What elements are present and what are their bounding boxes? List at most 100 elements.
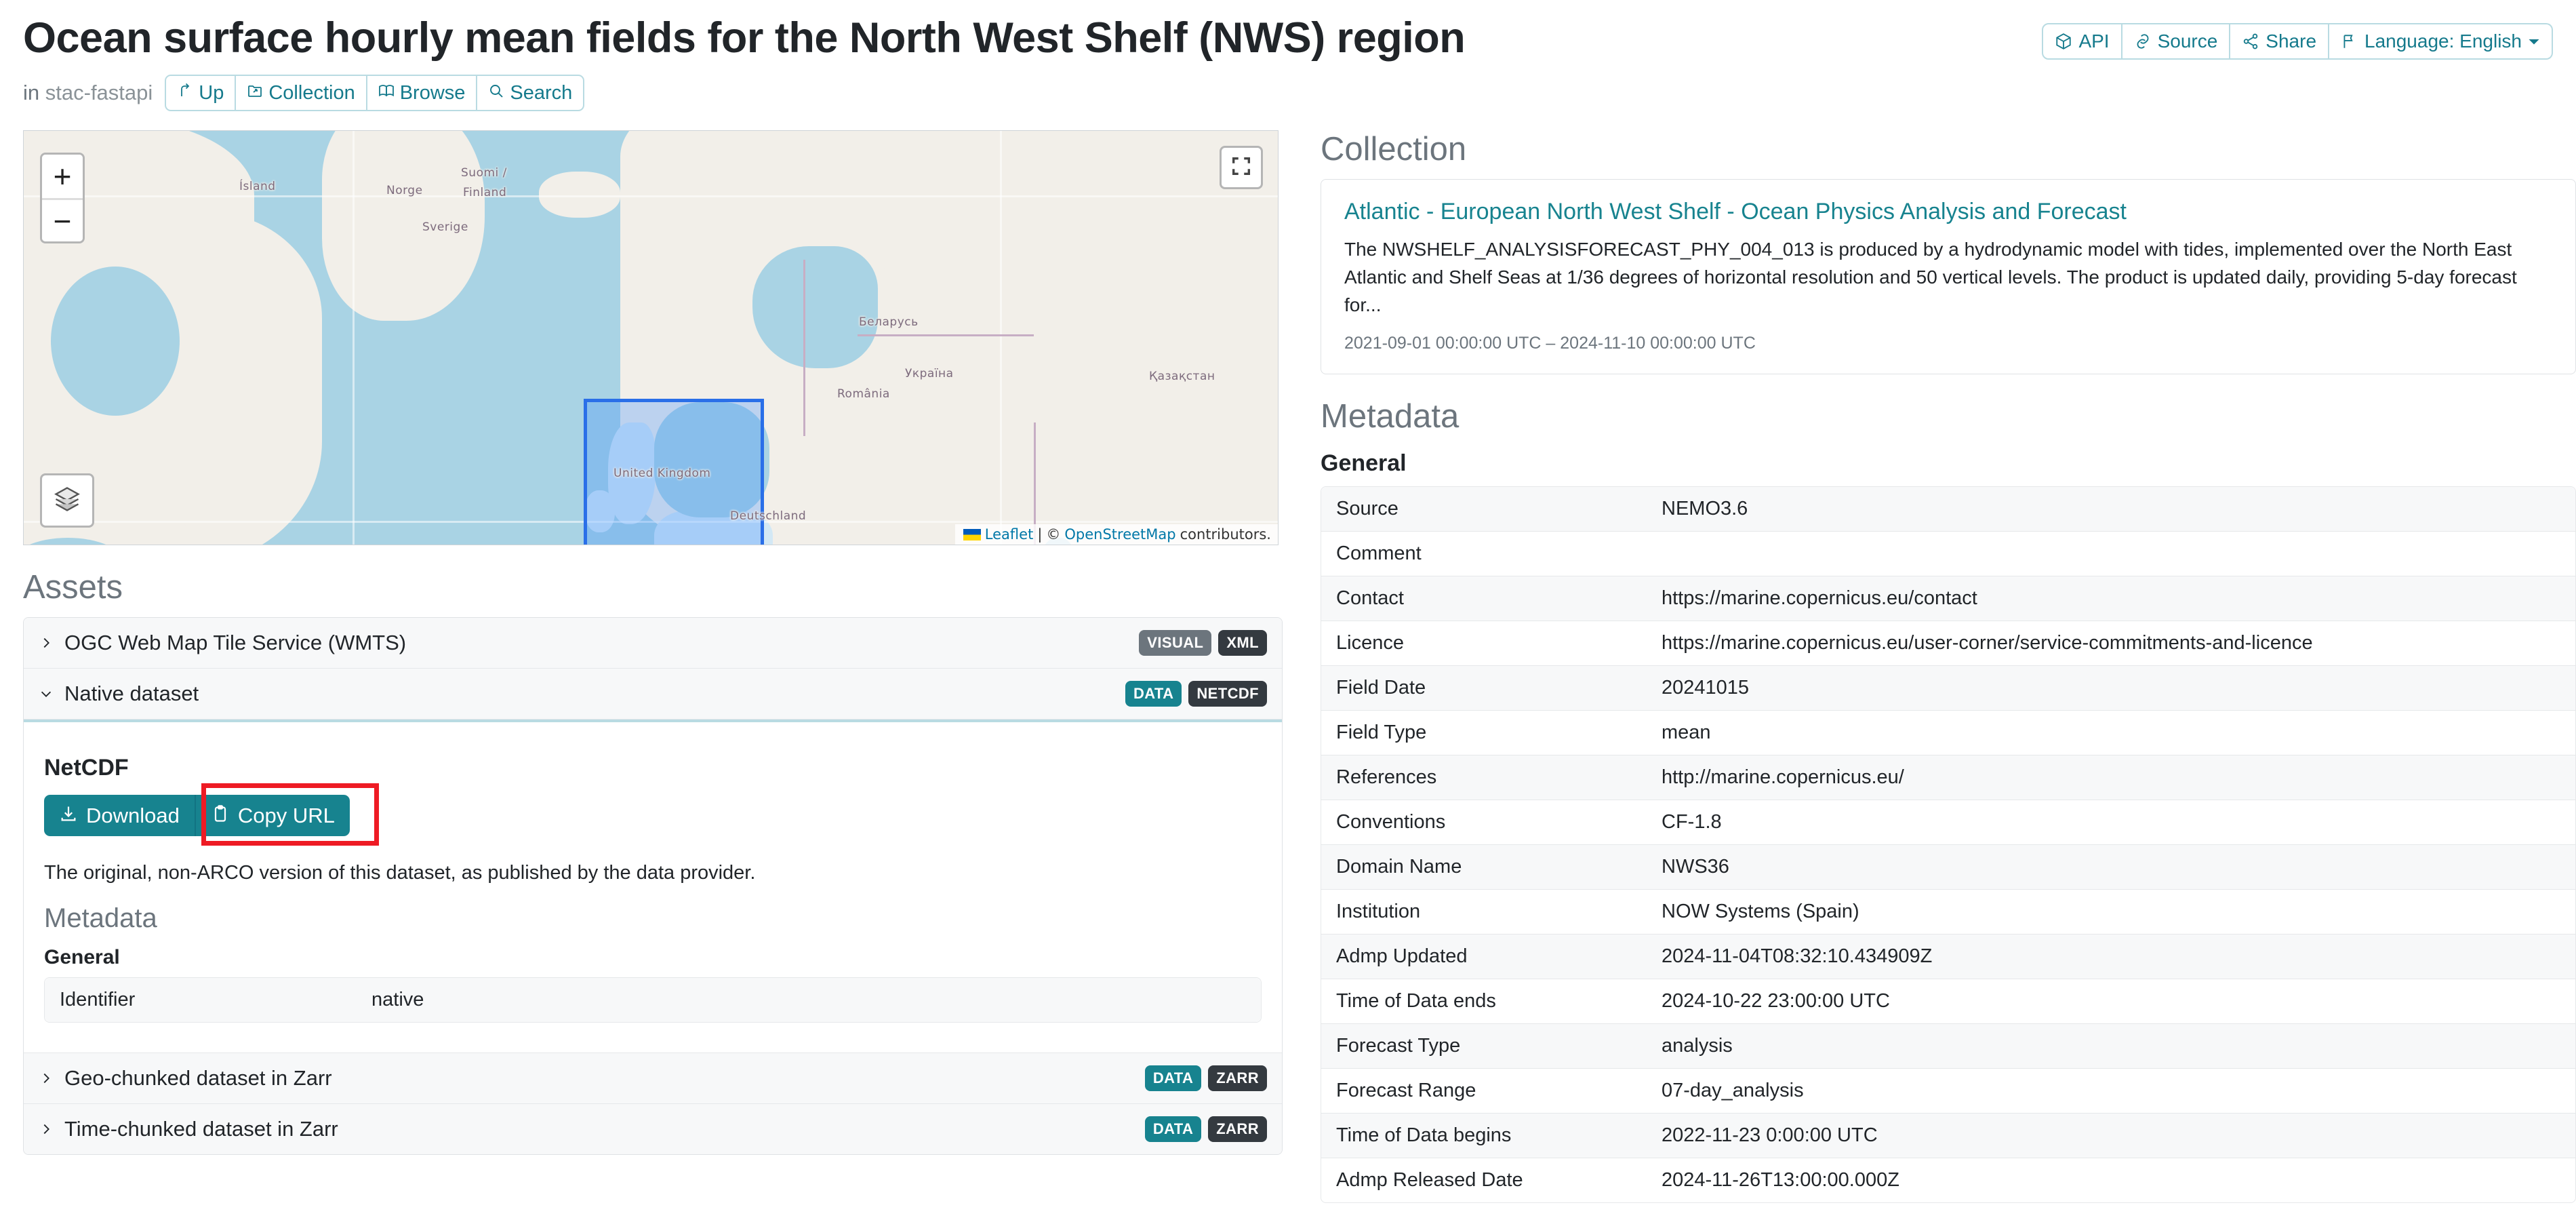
zoom-out-button[interactable]: − [42, 198, 83, 242]
asset-row-left: Native dataset [39, 682, 199, 706]
asset-row[interactable]: OGC Web Map Tile Service (WMTS) VISUAL X… [24, 618, 1282, 669]
table-cell-value: 20241015 [1662, 677, 1750, 699]
map-label: Deutschland [730, 509, 807, 524]
map-layers-button[interactable] [40, 473, 94, 528]
table-cell-value: CF-1.8 [1662, 811, 1722, 833]
table-cell-value: native [371, 989, 424, 1011]
header-tools: API Source Share Language: English [2042, 23, 2553, 60]
status-badge: DATA [1125, 681, 1182, 707]
table-cell-key: Comment [1336, 543, 1422, 565]
status-badge: VISUAL [1139, 630, 1212, 656]
table-row: Identifier native [45, 978, 1261, 1023]
collection-card[interactable]: Atlantic - European North West Shelf - O… [1321, 179, 2576, 375]
table-cell-value: http://marine.copernicus.eu/ [1662, 766, 1904, 789]
browse-button-label: Browse [399, 81, 466, 104]
table-cell-key: Field Type [1336, 722, 1427, 744]
map-label: Ísland [239, 180, 276, 194]
map-attribution: Leaflet | © OpenStreetMap contributors. [954, 524, 1278, 545]
table-row: Admp Updated 2024-11-04T08:32:10.434909Z [1321, 934, 2575, 979]
asset-badges: DATA ZARR [1144, 1116, 1267, 1143]
search-icon [488, 83, 504, 103]
asset-label: Native dataset [64, 682, 199, 706]
land-iceland [539, 172, 620, 218]
table-cell-value: 07-day_analysis [1662, 1080, 1804, 1102]
table-cell-value: 2024-11-04T08:32:10.434909Z [1662, 945, 1933, 968]
table-cell-key: Forecast Type [1336, 1035, 1461, 1057]
nav-button-group: Up Collection Browse Search [165, 75, 585, 112]
link-icon [2134, 33, 2152, 50]
share-button-label: Share [2266, 31, 2317, 52]
stac-browser-page: Ocean surface hourly mean fields for the… [0, 0, 2576, 1220]
table-row: Contact https://marine.copernicus.eu/cont… [1321, 576, 2575, 621]
search-button[interactable]: Search [477, 75, 585, 112]
download-button[interactable]: Download [44, 795, 195, 837]
status-badge: NETCDF [1188, 681, 1267, 707]
table-cell-key: Domain Name [1336, 856, 1462, 878]
table-row: References http://marine.copernicus.eu/ [1321, 755, 2575, 800]
asset-row[interactable]: Native dataset DATA NETCDF [24, 669, 1282, 720]
border-line-1 [803, 260, 805, 437]
collection-button[interactable]: Collection [236, 75, 367, 112]
collection-title-link[interactable]: Atlantic - European North West Shelf - O… [1344, 199, 2552, 225]
map-label: Sverige [422, 220, 468, 235]
map-label: Suomi / [461, 166, 507, 180]
status-badge: ZARR [1208, 1116, 1267, 1143]
asset-label: OGC Web Map Tile Service (WMTS) [64, 631, 407, 655]
zoom-in-button[interactable]: + [42, 155, 83, 199]
copy-url-button[interactable]: Copy URL [194, 795, 350, 837]
header-button-group: API Source Share Language: English [2042, 23, 2553, 60]
map-widget[interactable]: Ísland Norge Suomi / Finland Sverige United K… [23, 130, 1279, 546]
table-row: Forecast Type analysis [1321, 1023, 2575, 1069]
page-body: Ísland Norge Suomi / Finland Sverige United K… [0, 130, 2576, 1204]
map-canvas[interactable]: Ísland Norge Suomi / Finland Sverige United K… [24, 131, 1278, 545]
asset-panel-title: NetCDF [44, 755, 129, 781]
asset-metadata-general-heading: General [44, 946, 120, 969]
metadata-heading: Metadata [1321, 398, 1460, 435]
flag-icon [2341, 33, 2358, 50]
chevron-right-icon [39, 1122, 54, 1137]
download-icon [59, 804, 78, 827]
table-row: Conventions CF-1.8 [1321, 800, 2575, 845]
table-cell-key: Admp Updated [1336, 945, 1468, 968]
collection-date-range: 2021-09-01 00:00:00 UTC – 2024-11-10 00:… [1344, 334, 1756, 353]
graticule-h1 [24, 195, 1278, 198]
chevron-right-icon [39, 635, 54, 650]
asset-label: Time-chunked dataset in Zarr [64, 1117, 338, 1141]
share-button[interactable]: Share [2230, 23, 2330, 60]
table-cell-key: Conventions [1336, 811, 1446, 833]
leaflet-link[interactable]: Leaflet [985, 526, 1034, 543]
table-row: Comment [1321, 531, 2575, 576]
asset-row[interactable]: Geo-chunked dataset in Zarr DATA ZARR [24, 1053, 1282, 1105]
table-cell-value: 2024-10-22 23:00:00 UTC [1662, 990, 1890, 1012]
browse-button[interactable]: Browse [367, 75, 478, 112]
table-cell-key: Licence [1336, 632, 1404, 654]
asset-badges: DATA NETCDF [1125, 681, 1267, 707]
source-button-label: Source [2157, 31, 2218, 52]
source-button[interactable]: Source [2122, 23, 2231, 60]
openstreetmap-link[interactable]: OpenStreetMap [1064, 526, 1175, 543]
map-zoom-control[interactable]: + − [40, 153, 85, 244]
metadata-table-wrap: Source NEMO3.6 Comment Contact https://marin… [1321, 486, 2576, 1204]
up-button[interactable]: Up [165, 75, 237, 112]
api-button[interactable]: API [2042, 23, 2122, 60]
copy-url-button-label: Copy URL [237, 804, 335, 828]
language-button[interactable]: Language: English [2329, 23, 2553, 60]
map-label: Finland [463, 186, 507, 200]
arrow-up-icon [177, 83, 193, 103]
right-column: Collection Atlantic - European North Wes… [1321, 130, 2576, 1204]
breadcrumb: in stac-fastapi Up Collection Browse Sea… [23, 75, 2553, 112]
chevron-down-icon [39, 686, 54, 701]
table-row: Forecast Range 07-day_analysis [1321, 1068, 2575, 1114]
map-fullscreen-button[interactable] [1220, 146, 1263, 190]
up-button-label: Up [199, 81, 224, 104]
table-cell-value: analysis [1662, 1035, 1733, 1057]
breadcrumb-catalog-name[interactable]: stac-fastapi [45, 81, 153, 104]
table-cell-value: mean [1662, 722, 1711, 744]
asset-row[interactable]: Time-chunked dataset in Zarr DATA ZARR [24, 1104, 1282, 1155]
table-cell-key: Source [1336, 498, 1398, 520]
status-badge: DATA [1144, 1116, 1202, 1143]
asset-metadata-table: Identifier native [45, 978, 1261, 1023]
asset-row-left: Geo-chunked dataset in Zarr [39, 1066, 332, 1090]
collection-heading: Collection [1321, 131, 1467, 168]
table-cell-value [1647, 532, 2575, 576]
